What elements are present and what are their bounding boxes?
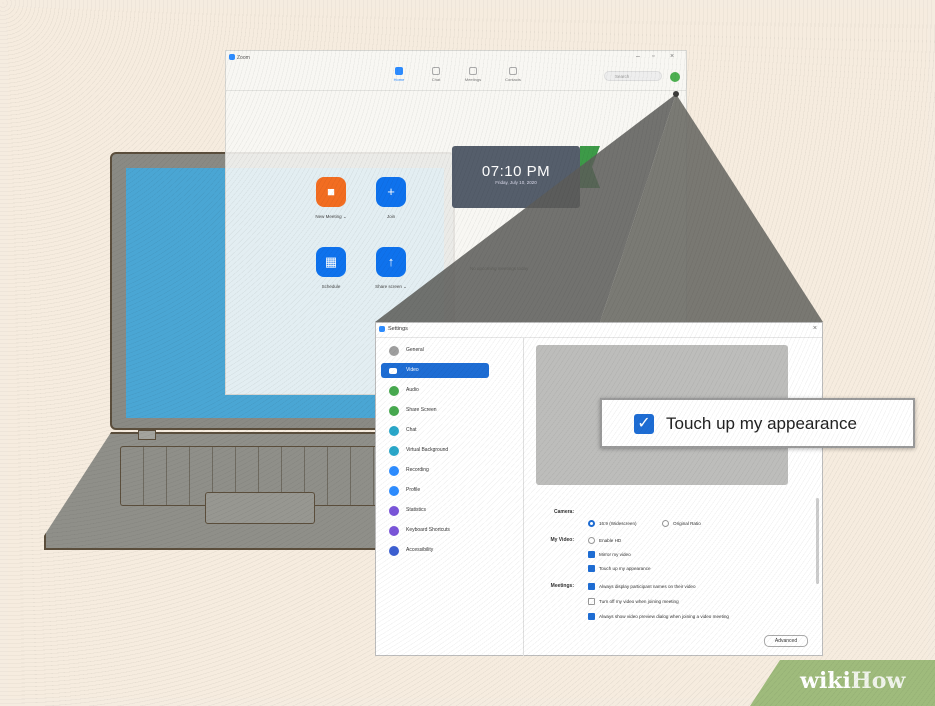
checkbox-checked-icon xyxy=(588,551,595,558)
settings-title-divider xyxy=(376,337,822,338)
checkbox-icon xyxy=(588,598,595,605)
meetings-label: Meetings: xyxy=(550,583,574,589)
sidebar-item-audio[interactable]: Audio xyxy=(381,383,489,398)
callout-label: Touch up my appearance xyxy=(666,414,857,433)
checkbox-touch-up[interactable]: Touch up my appearance xyxy=(588,565,651,572)
sidebar-item-label: General xyxy=(406,347,424,353)
touch-up-callout: ✓ Touch up my appearance xyxy=(600,398,915,448)
sidebar-item-label: Audio xyxy=(406,387,419,393)
virtual-background-icon xyxy=(389,446,399,456)
radio-original-ratio[interactable]: Original Ratio xyxy=(662,520,701,527)
checkbox-label: Touch up my appearance xyxy=(599,566,651,571)
record-icon xyxy=(389,466,399,476)
sidebar-item-profile[interactable]: Profile xyxy=(381,483,489,498)
profile-icon xyxy=(389,486,399,496)
wikihow-logo-wiki: wiki xyxy=(800,668,851,694)
checkbox-label: Always display participant names on thei… xyxy=(599,584,696,589)
checkbox-checked-icon xyxy=(588,613,595,620)
checkbox-video-preview[interactable]: Always show video preview dialog when jo… xyxy=(588,613,729,620)
sidebar-item-label: Recording xyxy=(406,467,429,473)
wikihow-logo: wikiHow xyxy=(800,668,905,694)
checkbox-icon xyxy=(588,537,595,544)
checkbox-checked-icon xyxy=(588,565,595,572)
checkbox-label: Turn off my video when joining meeting xyxy=(599,599,679,604)
settings-logo-icon xyxy=(379,326,385,332)
checkbox-mirror-video[interactable]: Mirror my video xyxy=(588,551,631,558)
sidebar-item-share-screen[interactable]: Share Screen xyxy=(381,403,489,418)
sidebar-item-general[interactable]: General xyxy=(381,343,489,358)
radio-widescreen[interactable]: 16:9 (Widescreen) xyxy=(588,520,637,527)
checkbox-turn-off-video[interactable]: Turn off my video when joining meeting xyxy=(588,598,679,605)
sidebar-item-accessibility[interactable]: Accessibility xyxy=(381,543,489,558)
keyboard-icon xyxy=(389,526,399,536)
radio-selected-icon xyxy=(588,520,595,527)
sidebar-item-video[interactable]: Video xyxy=(381,363,489,378)
radio-label: Original Ratio xyxy=(673,521,701,526)
radio-icon xyxy=(662,520,669,527)
my-video-label: My Video: xyxy=(550,537,574,543)
radio-label: 16:9 (Widescreen) xyxy=(599,521,637,526)
sidebar-item-keyboard-shortcuts[interactable]: Keyboard Shortcuts xyxy=(381,523,489,538)
settings-title: Settings xyxy=(388,326,408,332)
checkbox-label: Enable HD xyxy=(599,538,622,543)
sidebar-item-virtual-background[interactable]: Virtual Background xyxy=(381,443,489,458)
headphones-icon xyxy=(389,386,399,396)
advanced-button[interactable]: Advanced xyxy=(764,635,808,647)
sidebar-item-label: Accessibility xyxy=(406,547,434,553)
checkbox-enable-hd[interactable]: Enable HD xyxy=(588,537,622,544)
sidebar-item-label: Profile xyxy=(406,487,421,493)
sidebar-item-label: Chat xyxy=(406,427,417,433)
checkmark-icon: ✓ xyxy=(634,414,654,434)
sidebar-item-label: Video xyxy=(406,367,419,373)
accessibility-icon xyxy=(389,546,399,556)
settings-close-icon[interactable]: × xyxy=(813,325,817,332)
wikihow-logo-how: How xyxy=(850,668,906,694)
gear-icon xyxy=(389,346,399,356)
settings-sidebar-divider xyxy=(523,338,524,656)
statistics-icon xyxy=(389,506,399,516)
checkbox-checked-icon xyxy=(588,583,595,590)
settings-window: Settings × General Video Audio Share Scr… xyxy=(375,322,823,656)
checkbox-label: Always show video preview dialog when jo… xyxy=(599,614,729,619)
sidebar-item-label: Statistics xyxy=(406,507,427,513)
checkbox-label: Mirror my video xyxy=(599,552,631,557)
settings-scrollbar[interactable] xyxy=(816,498,819,584)
funnel-apex xyxy=(673,91,679,97)
video-camera-icon xyxy=(389,368,397,374)
checkbox-display-names[interactable]: Always display participant names on thei… xyxy=(588,583,696,590)
sidebar-item-chat[interactable]: Chat xyxy=(381,423,489,438)
chat-icon xyxy=(389,426,399,436)
sidebar-item-label: Virtual Background xyxy=(406,447,449,453)
sidebar-item-statistics[interactable]: Statistics xyxy=(381,503,489,518)
sidebar-item-label: Keyboard Shortcuts xyxy=(406,527,450,533)
share-screen-icon xyxy=(389,406,399,416)
sidebar-item-recording[interactable]: Recording xyxy=(381,463,489,478)
camera-label: Camera: xyxy=(553,509,574,515)
sidebar-item-label: Share Screen xyxy=(406,407,437,413)
